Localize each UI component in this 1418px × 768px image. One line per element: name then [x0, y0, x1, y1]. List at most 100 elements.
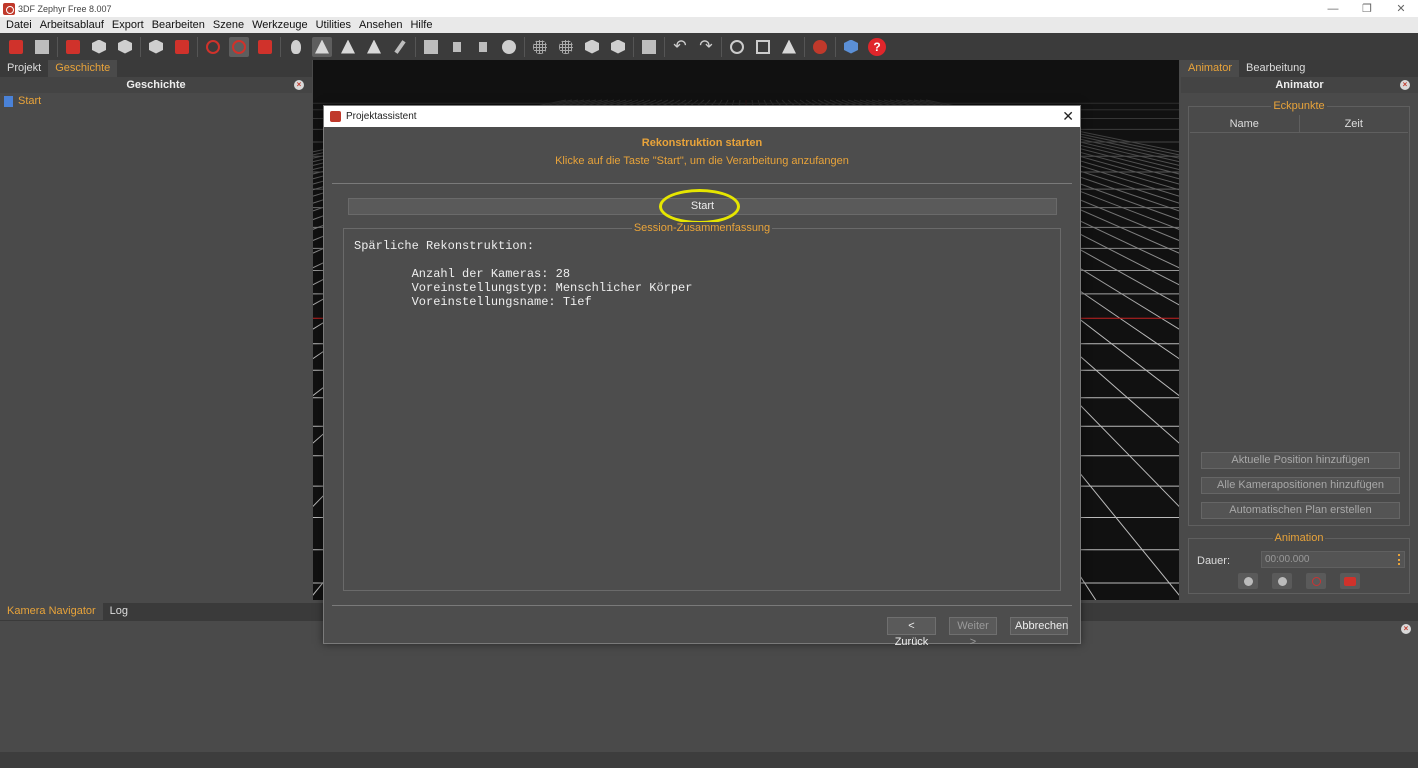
dense-cloud-icon	[118, 39, 132, 54]
play-button[interactable]	[1238, 573, 1258, 589]
menu-hilfe[interactable]: Hilfe	[406, 17, 436, 33]
tab-geschichte[interactable]: Geschichte	[48, 60, 118, 77]
close-window-button[interactable]: ✕	[1384, 0, 1418, 17]
add-current-position-button[interactable]: Aktuelle Position hinzufügen	[1201, 452, 1400, 469]
tab-bearbeitung[interactable]: Bearbeitung	[1239, 60, 1312, 77]
record-animation-button[interactable]	[1306, 573, 1326, 589]
import-icon	[66, 39, 80, 54]
dialog-subheading: Klicke auf die Taste "Start", um die Ver…	[555, 155, 849, 167]
sphere-dense-button[interactable]	[556, 37, 576, 57]
right-panel-tabs: Animator Bearbeitung	[1181, 60, 1418, 77]
menu-utilities[interactable]: Utilities	[312, 17, 355, 33]
sphere-dense-icon	[559, 39, 573, 54]
brush-icon	[394, 39, 406, 54]
select-add-button[interactable]	[473, 37, 493, 57]
animation-group-title: Animation	[1272, 532, 1326, 544]
divider	[332, 183, 1072, 184]
wire-cube-button[interactable]	[608, 37, 628, 57]
toolbar-separator	[804, 36, 805, 57]
sparse-cloud-button[interactable]	[89, 37, 109, 57]
redo-button[interactable]: ↷	[696, 37, 716, 57]
cameras-view-button[interactable]	[421, 37, 441, 57]
menu-werkzeuge[interactable]: Werkzeuge	[248, 17, 311, 33]
export-video-button[interactable]	[1340, 573, 1360, 589]
image-button[interactable]	[639, 37, 659, 57]
mesh-wire-button[interactable]	[364, 37, 384, 57]
lightbulb-icon	[291, 39, 301, 54]
settings-cube-button[interactable]	[146, 37, 166, 57]
menu-export[interactable]: Export	[108, 17, 148, 33]
tab-projekt[interactable]: Projekt	[0, 60, 48, 77]
back-button[interactable]: < Zurück	[887, 617, 936, 648]
record-button[interactable]	[229, 36, 249, 57]
close-icon[interactable]: ×	[1400, 80, 1410, 90]
stop-button[interactable]	[1272, 573, 1292, 589]
menu-datei[interactable]: Datei	[2, 17, 36, 33]
dense-cloud-button[interactable]	[115, 37, 135, 57]
solid-cube-button[interactable]	[582, 37, 602, 57]
new-project-button[interactable]	[6, 37, 26, 57]
tab-animator[interactable]: Animator	[1181, 60, 1240, 77]
restore-button[interactable]: ❐	[1350, 0, 1384, 17]
mesh-wireframe-icon	[367, 39, 381, 54]
window-title: 3DF Zephyr Free 8.007	[18, 3, 112, 14]
cancel-button[interactable]: Abbrechen	[1010, 617, 1068, 635]
minimize-button[interactable]: —	[1316, 0, 1350, 17]
import-button[interactable]	[63, 37, 83, 57]
toolbar-separator	[140, 36, 141, 57]
menu-ansehen[interactable]: Ansehen	[355, 17, 406, 33]
create-auto-plan-button[interactable]: Automatischen Plan erstellen	[1201, 502, 1400, 519]
mesh-textured-button[interactable]	[338, 37, 358, 57]
light-button[interactable]	[286, 37, 306, 57]
duration-input[interactable]: 00:00.000	[1261, 551, 1405, 568]
refresh-button[interactable]	[203, 37, 223, 57]
save-button[interactable]	[32, 37, 52, 57]
next-button[interactable]: Weiter >	[949, 617, 997, 648]
mesh-solid-icon	[315, 39, 329, 54]
spinner-icon[interactable]	[1398, 554, 1401, 565]
menu-bearbeiten[interactable]: Bearbeiten	[148, 17, 209, 33]
brush-button[interactable]	[390, 37, 410, 57]
zephyr-cube-button[interactable]	[841, 37, 861, 57]
start-button[interactable]: Start	[348, 198, 1057, 215]
camera-button[interactable]	[172, 37, 192, 57]
mesh-solid-button[interactable]	[312, 36, 332, 57]
tab-log[interactable]: Log	[103, 603, 135, 620]
toolbar-separator	[415, 36, 416, 57]
markers-button[interactable]	[255, 37, 275, 57]
help-icon: ?	[868, 37, 886, 56]
settings-cube-icon	[149, 39, 163, 54]
undo-button[interactable]: ↶	[670, 37, 690, 57]
dialog-close-icon[interactable]: ✕	[1062, 108, 1074, 124]
toolbar-separator	[57, 36, 58, 57]
point-select-button[interactable]	[447, 37, 467, 57]
help-button[interactable]: ?	[867, 37, 887, 57]
stop-icon	[1277, 576, 1287, 586]
close-icon[interactable]: ×	[294, 80, 304, 90]
menu-szene[interactable]: Szene	[209, 17, 248, 33]
measure-button[interactable]	[779, 37, 799, 57]
add-all-camera-positions-button[interactable]: Alle Kamerapositionen hinzufügen	[1201, 477, 1400, 494]
tab-kamera-navigator[interactable]: Kamera Navigator	[0, 603, 103, 620]
toolbar-separator	[280, 36, 281, 57]
animation-controls	[1189, 573, 1409, 589]
keypoints-group-title: Eckpunkte	[1271, 100, 1327, 112]
sphere-grid-button[interactable]	[530, 37, 550, 57]
settings-button[interactable]	[810, 37, 830, 57]
orbit-icon	[730, 39, 744, 54]
select-remove-button[interactable]	[499, 37, 519, 57]
toolbar-separator	[633, 36, 634, 57]
session-summary-text: Spärliche Rekonstruktion:​ Anzahl der Ka…	[354, 239, 692, 309]
crop-button[interactable]	[753, 37, 773, 57]
new-project-icon	[9, 39, 23, 54]
solid-cube-icon	[585, 39, 599, 54]
history-item-start[interactable]: Start	[0, 93, 312, 109]
orbit-button[interactable]	[727, 37, 747, 57]
history-item-label: Start	[18, 95, 42, 107]
close-icon[interactable]: ×	[1401, 624, 1411, 634]
menu-bar: Datei Arbeitsablauf Export Bearbeiten Sz…	[0, 17, 1418, 33]
toolbar-separator	[835, 36, 836, 57]
column-zeit[interactable]: Zeit	[1300, 115, 1409, 132]
column-name[interactable]: Name	[1190, 115, 1300, 132]
menu-arbeitsablauf[interactable]: Arbeitsablauf	[36, 17, 108, 33]
